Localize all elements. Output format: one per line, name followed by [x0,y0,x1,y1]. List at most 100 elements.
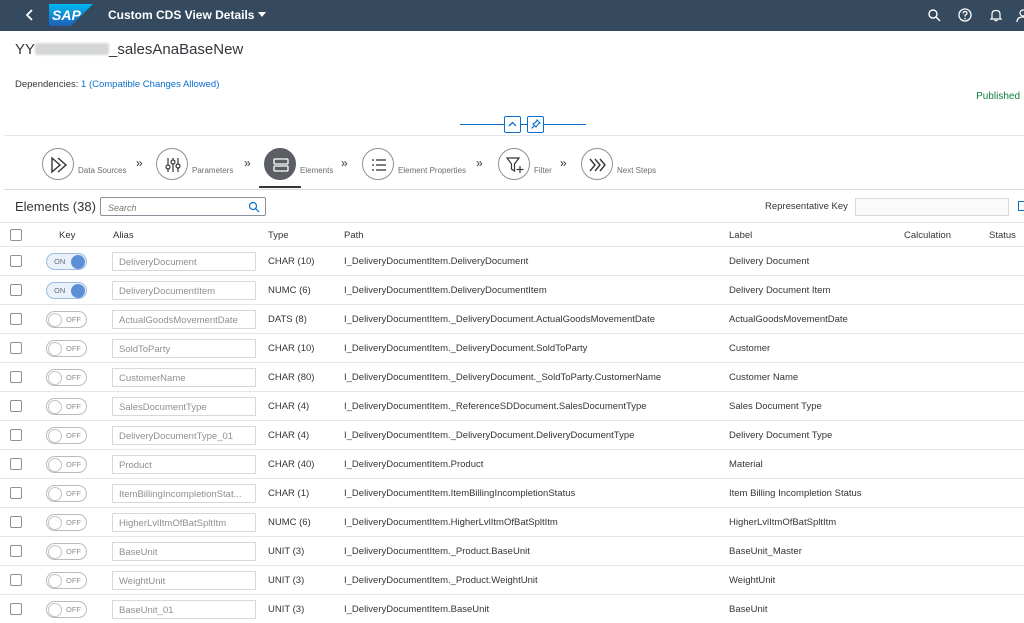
alias-input[interactable]: BaseUnit [112,542,256,561]
user-menu-icon[interactable] [1016,8,1024,22]
row-checkbox[interactable] [10,429,22,441]
search-icon[interactable] [927,8,941,22]
row-checkbox[interactable] [10,400,22,412]
select-all-checkbox[interactable] [10,229,22,241]
cell-type: CHAR (4) [268,401,310,412]
alias-input[interactable]: HigherLvlItmOfBatSpltItm [112,513,256,532]
step-circle [264,148,296,180]
filter-icon [505,157,524,173]
table-row[interactable]: OFF BaseUnit_01 UNIT (3) I_DeliveryDocument… [0,595,1024,623]
next-steps-icon [589,158,606,172]
column-header-status[interactable]: Status [989,230,1016,241]
row-checkbox[interactable] [10,313,22,325]
cell-label: BaseUnit_Master [729,546,802,557]
table-settings-icon[interactable] [1018,201,1024,211]
wizard-step-next-steps[interactable]: Next Steps [581,148,671,180]
wizard-step-elements[interactable]: Elements [264,148,344,180]
key-toggle[interactable]: ON [46,253,87,270]
search-field[interactable] [100,197,266,216]
alias-input[interactable]: BaseUnit_01 [112,600,256,619]
key-toggle[interactable]: OFF [46,340,87,357]
alias-input[interactable]: ActualGoodsMovementDate [112,310,256,329]
toggle-knob [48,574,62,588]
table-row[interactable]: ON DeliveryDocumentItem NUMC (6) I_Delivery… [0,276,1024,305]
table-row[interactable]: OFF ActualGoodsMovementDate DATS (8) I_Deli… [0,305,1024,334]
table-row[interactable]: OFF WeightUnit UNIT (3) I_DeliveryDocumentI… [0,566,1024,595]
collapse-header-button[interactable] [504,116,521,133]
back-icon[interactable] [22,7,38,23]
step-label: Parameters [192,166,234,175]
alias-input[interactable]: DeliveryDocumentItem [112,281,256,300]
alias-input[interactable]: Product [112,455,256,474]
wizard-step-data-sources[interactable]: Data Sources [42,148,142,180]
svg-text:SAP: SAP [52,7,81,23]
alias-input[interactable]: DeliveryDocument [112,252,256,271]
toggle-knob [48,400,62,414]
alias-input[interactable]: WeightUnit [112,571,256,590]
pin-header-button[interactable] [527,116,544,133]
cell-path: I_DeliveryDocumentItem.DeliveryDocument [344,256,529,267]
alias-input[interactable]: CustomerName [112,368,256,387]
column-header-type[interactable]: Type [268,230,289,241]
app-title[interactable]: Custom CDS View Details [108,8,267,22]
key-toggle[interactable]: OFF [46,514,87,531]
search-input[interactable] [101,200,241,216]
row-checkbox[interactable] [10,458,22,470]
alias-input[interactable]: SoldToParty [112,339,256,358]
cell-path: I_DeliveryDocumentItem._Product.BaseUnit [344,546,530,557]
alias-input[interactable]: SalesDocumentType [112,397,256,416]
cell-label: ActualGoodsMovementDate [729,314,848,325]
table-row[interactable]: OFF HigherLvlItmOfBatSpltItm NUMC (6) I_Del… [0,508,1024,537]
table-row[interactable]: OFF DeliveryDocumentType_01 CHAR (4) I_Deli… [0,421,1024,450]
dependencies-link[interactable]: 1 (Compatible Changes Allowed) [81,79,219,90]
key-toggle[interactable]: OFF [46,572,87,589]
key-toggle[interactable]: OFF [46,398,87,415]
key-toggle[interactable]: OFF [46,485,87,502]
row-checkbox[interactable] [10,487,22,499]
row-checkbox[interactable] [10,255,22,267]
wizard-step-element-properties[interactable]: Element Properties [362,148,472,180]
table-row[interactable]: ON DeliveryDocument CHAR (10) I_DeliveryDoc… [0,247,1024,276]
table-row[interactable]: OFF Product CHAR (40) I_DeliveryDocumentIte… [0,450,1024,479]
column-header-calculation[interactable]: Calculation [904,230,951,241]
table-row[interactable]: OFF SalesDocumentType CHAR (4) I_DeliveryDo… [0,392,1024,421]
column-header-path[interactable]: Path [344,230,364,241]
row-checkbox[interactable] [10,284,22,296]
key-toggle-label: OFF [66,489,81,498]
row-checkbox[interactable] [10,516,22,528]
table-row[interactable]: OFF ItemBillingIncompletionStat... CHAR (1… [0,479,1024,508]
alias-input[interactable]: DeliveryDocumentType_01 [112,426,256,445]
sap-logo[interactable]: SAP [49,4,93,26]
column-header-alias[interactable]: Alias [113,230,134,241]
table-row[interactable]: OFF BaseUnit UNIT (3) I_DeliveryDocumentIte… [0,537,1024,566]
table-row[interactable]: OFF CustomerName CHAR (80) I_DeliveryDocume… [0,363,1024,392]
help-icon[interactable] [958,8,972,22]
table-row[interactable]: OFF SoldToParty CHAR (10) I_DeliveryDocumen… [0,334,1024,363]
key-toggle[interactable]: OFF [46,311,87,328]
wizard-step-parameters[interactable]: Parameters [156,148,246,180]
key-toggle[interactable]: OFF [46,601,87,618]
alias-input[interactable]: ItemBillingIncompletionStat... [112,484,256,503]
key-toggle[interactable]: OFF [46,456,87,473]
pin-icon [531,119,541,129]
key-toggle[interactable]: OFF [46,369,87,386]
step-label: Elements [300,166,334,175]
column-header-label[interactable]: Label [729,230,752,241]
key-toggle[interactable]: ON [46,282,87,299]
cell-label: Customer Name [729,372,799,383]
row-checkbox[interactable] [10,603,22,615]
step-label: Element Properties [398,166,467,175]
representative-key-input[interactable] [855,198,1009,216]
row-checkbox[interactable] [10,371,22,383]
row-checkbox[interactable] [10,342,22,354]
key-toggle[interactable]: OFF [46,427,87,444]
wizard-step-filter[interactable]: Filter [498,148,568,180]
column-header-key[interactable]: Key [59,230,75,241]
notifications-icon[interactable] [989,8,1003,22]
table-toolbar: Elements (38) Representative Key [0,192,1024,222]
row-checkbox[interactable] [10,545,22,557]
key-toggle[interactable]: OFF [46,543,87,560]
search-icon[interactable] [248,201,260,213]
row-checkbox[interactable] [10,574,22,586]
key-toggle-label: OFF [66,605,81,614]
